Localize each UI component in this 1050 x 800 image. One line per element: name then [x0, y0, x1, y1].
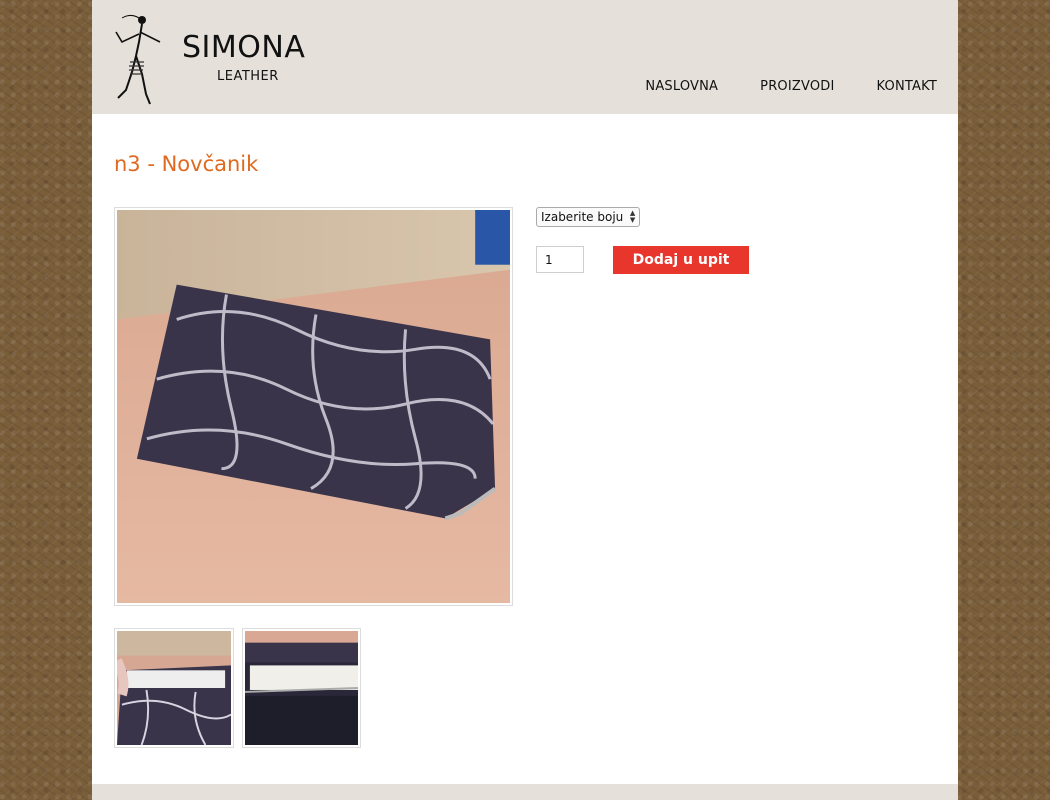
chevron-up-down-icon: ▲ ▼: [629, 209, 636, 224]
main-nav: NASLOVNA PROIZVODI KONTAKT: [603, 79, 937, 94]
page-container: SIMONA LEATHER NASLOVNA PROIZVODI KONTAK…: [92, 0, 958, 800]
logo-figure-icon[interactable]: [112, 12, 162, 106]
add-to-inquiry-button[interactable]: Dodaj u upit: [613, 246, 749, 274]
brand-name[interactable]: SIMONA: [182, 30, 305, 65]
nav-item-proizvodi[interactable]: PROIZVODI: [760, 79, 834, 94]
brand-tagline: LEATHER: [217, 69, 279, 84]
nav-item-kontakt[interactable]: KONTAKT: [877, 79, 937, 94]
site-footer: [92, 784, 958, 800]
page-title: n3 - Novčanik: [114, 152, 259, 176]
color-select[interactable]: Izaberite boju ▲ ▼: [536, 207, 641, 227]
product-thumbnail[interactable]: [242, 628, 361, 748]
site-header: SIMONA LEATHER NASLOVNA PROIZVODI KONTAK…: [92, 0, 958, 114]
quantity-input[interactable]: [536, 246, 584, 273]
product-thumbnail[interactable]: [114, 628, 234, 748]
nav-item-naslovna[interactable]: NASLOVNA: [645, 79, 718, 94]
product-main-image[interactable]: [114, 207, 513, 606]
color-select-value: Izaberite boju: [541, 210, 624, 224]
